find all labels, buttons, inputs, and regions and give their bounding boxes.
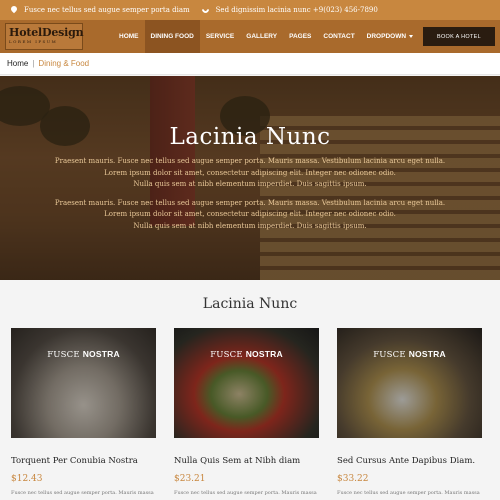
card-image-label: FUSCE NOSTRA (337, 349, 482, 360)
card-description: Fusce nec tellus sed augue semper porta.… (11, 490, 154, 496)
card-label-a: FUSCE (373, 350, 406, 360)
logo-tagline: LOREM IPSUM (9, 39, 58, 44)
menu-card[interactable]: FUSCE NOSTRA Nulla Quis Sem at Nibh diam… (174, 328, 319, 496)
nav-item-service[interactable]: SERVICE (200, 20, 240, 53)
book-hotel-button[interactable]: BOOK A HOTEL (423, 27, 495, 46)
hero-banner: Lacinia Nunc Praesent mauris. Fusce nec … (0, 76, 500, 280)
top-info-bar: Fusce nec tellus sed augue semper porta … (0, 0, 500, 20)
nav-menu: HOME DINING FOOD SERVICE GALLERY PAGES C… (113, 20, 419, 53)
hero-para2-line: Nulla quis sem at nibh elementum imperdi… (133, 221, 367, 230)
nav-item-dropdown-label: DROPDOWN (366, 33, 407, 40)
card-image-shade (174, 328, 319, 438)
hero-para1-line: Praesent mauris. Fusce nec tellus sed au… (54, 157, 446, 165)
address-info: Fusce nec tellus sed augue semper porta … (9, 4, 190, 15)
card-label-b: NOSTRA (82, 349, 120, 359)
phone-icon (200, 4, 211, 15)
nav-item-gallery[interactable]: GALLERY (240, 20, 283, 53)
breadcrumb-home-link[interactable]: Home (7, 59, 28, 68)
card-image-label: FUSCE NOSTRA (174, 349, 319, 360)
card-label-a: FUSCE (210, 350, 243, 360)
nav-item-dropdown[interactable]: DROPDOWN (361, 20, 419, 53)
menu-card[interactable]: FUSCE NOSTRA Sed Cursus Ante Dapibus Dia… (337, 328, 482, 496)
card-title[interactable]: Torquent Per Conubia Nostra (11, 456, 156, 466)
card-image[interactable]: FUSCE NOSTRA (11, 328, 156, 438)
hero-para1-line: Nulla quis sem at nibh elementum imperdi… (133, 180, 367, 188)
card-description: Fusce nec tellus sed augue semper porta.… (174, 490, 317, 496)
card-price: $12.43 (11, 474, 43, 484)
card-label-a: FUSCE (47, 350, 80, 360)
card-price: $23.21 (174, 474, 206, 484)
chevron-down-icon (409, 35, 414, 38)
card-image[interactable]: FUSCE NOSTRA (337, 328, 482, 438)
nav-item-contact[interactable]: CONTACT (317, 20, 360, 53)
breadcrumb-current: Dining & Food (38, 59, 90, 68)
phone-text: Sed dignissim lacinia nunc +9(023) 456-7… (215, 6, 378, 14)
hero-para2-line: Praesent mauris. Fusce nec tellus sed au… (54, 198, 446, 207)
hero-content: Lacinia Nunc Praesent mauris. Fusce nec … (0, 76, 500, 232)
card-title[interactable]: Nulla Quis Sem at Nibh diam (174, 456, 319, 466)
location-pin-icon (9, 4, 19, 15)
card-label-b: NOSTRA (408, 349, 446, 359)
logo-name: HotelDesign (9, 26, 84, 39)
card-image-label: FUSCE NOSTRA (11, 349, 156, 360)
breadcrumb: Home | Dining & Food (0, 53, 500, 75)
address-text: Fusce nec tellus sed augue semper porta … (24, 6, 190, 14)
site-logo[interactable]: HotelDesign LOREM IPSUM (5, 23, 84, 50)
hero-para1-line: Lorem ipsum dolor sit amet, consectetur … (104, 168, 396, 177)
section-title: Lacinia Nunc (202, 296, 298, 312)
hero-paragraph-2: Praesent mauris. Fusce nec tellus sed au… (0, 198, 500, 233)
hero-title: Lacinia Nunc (169, 124, 331, 150)
card-label-b: NOSTRA (245, 349, 283, 359)
card-image-shade (11, 328, 156, 438)
menu-card[interactable]: FUSCE NOSTRA Torquent Per Conubia Nostra… (11, 328, 156, 496)
breadcrumb-separator: | (32, 59, 35, 68)
nav-item-dining-food[interactable]: DINING FOOD (144, 20, 200, 53)
card-image-shade (337, 328, 482, 438)
card-price: $33.22 (337, 474, 369, 484)
card-description: Fusce nec tellus sed augue semper porta.… (337, 490, 480, 496)
card-title[interactable]: Sed Cursus Ante Dapibus Diam. (337, 456, 482, 466)
nav-item-pages[interactable]: PAGES (283, 20, 317, 53)
card-image[interactable]: FUSCE NOSTRA (174, 328, 319, 438)
phone-info: Sed dignissim lacinia nunc +9(023) 456-7… (200, 4, 378, 15)
hero-para2-line: Lorem ipsum dolor sit amet, consectetur … (104, 210, 396, 218)
hero-paragraph-1: Praesent mauris. Fusce nec tellus sed au… (0, 156, 500, 191)
nav-item-home[interactable]: HOME (113, 20, 145, 53)
